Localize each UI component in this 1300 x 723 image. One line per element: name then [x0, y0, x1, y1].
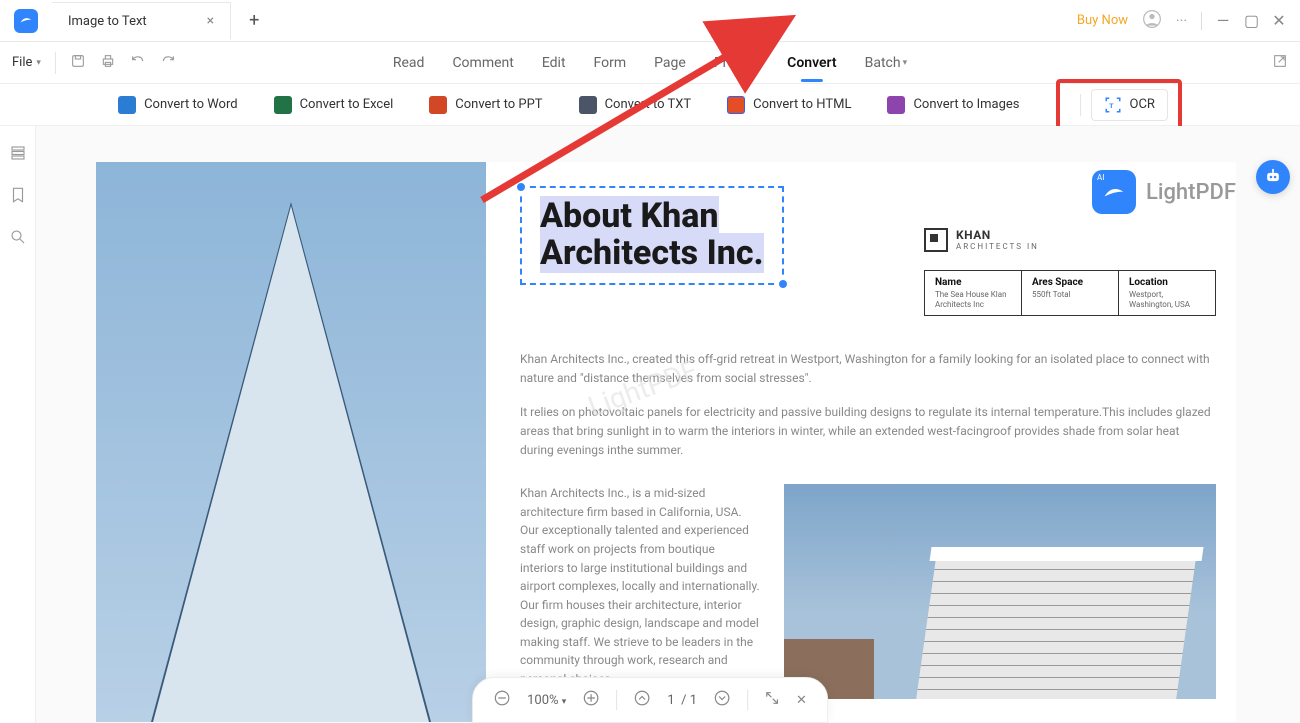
toolbar: File▾ Read Comment Edit Form Page Protec…	[0, 42, 1300, 84]
convert-to-txt-button[interactable]: Convert to TXT	[579, 96, 692, 114]
save-icon[interactable]	[70, 53, 86, 73]
selection-handle-tl[interactable]	[515, 181, 527, 193]
main-tabs: Read Comment Edit Form Page Protect Conv…	[391, 45, 909, 81]
window-minimize-button[interactable]: —	[1216, 11, 1230, 30]
document-heading: About Khan Architects Inc.	[540, 198, 764, 273]
lightpdf-logo: LightPDF	[1092, 170, 1236, 214]
prev-page-button[interactable]	[633, 689, 651, 711]
excel-icon	[274, 96, 292, 114]
app-logo-icon	[14, 9, 38, 33]
undo-icon[interactable]	[130, 53, 146, 73]
divider	[1201, 12, 1202, 30]
paragraph-3: Khan Architects Inc., is a mid-sized arc…	[520, 484, 760, 699]
redo-icon[interactable]	[160, 53, 176, 73]
convert-to-html-button[interactable]: Convert to HTML	[727, 96, 851, 114]
convert-to-ppt-button[interactable]: Convert to PPT	[429, 96, 542, 114]
secondary-photo	[784, 484, 1216, 699]
divider	[747, 690, 748, 710]
more-menu-icon[interactable]: ···	[1176, 13, 1187, 29]
lightpdf-text: LightPDF	[1146, 180, 1236, 205]
thumbnails-icon[interactable]	[9, 144, 27, 166]
text-selection[interactable]: About Khan Architects Inc.	[520, 186, 784, 285]
document-page: LightPDF About Khan Architects Inc.	[96, 162, 1236, 722]
convert-to-word-button[interactable]: Convert to Word	[118, 96, 238, 114]
new-tab-button[interactable]: +	[249, 10, 259, 31]
svg-text:T: T	[1109, 102, 1114, 110]
lightpdf-icon	[1092, 170, 1136, 214]
zoom-in-button[interactable]	[582, 689, 600, 711]
convert-to-images-button[interactable]: Convert to Images	[887, 96, 1019, 114]
search-icon[interactable]	[9, 228, 27, 250]
body-paragraphs: Khan Architects Inc., created this off-g…	[520, 350, 1216, 460]
divider	[616, 690, 617, 710]
tab-edit[interactable]: Edit	[540, 45, 568, 81]
titlebar: Image to Text × + Buy Now ··· — ▢ ✕	[0, 0, 1300, 42]
ocr-highlight-box: T OCR	[1056, 79, 1182, 131]
convert-toolbar: Convert to Word Convert to Excel Convert…	[0, 84, 1300, 126]
khan-logo: KHAN ARCHITECTS IN	[924, 228, 1216, 252]
html-icon	[727, 96, 745, 114]
convert-to-excel-button[interactable]: Convert to Excel	[274, 96, 394, 114]
khan-logo-icon	[924, 228, 948, 252]
divider	[1080, 94, 1081, 116]
paragraph-1: Khan Architects Inc., created this off-g…	[520, 350, 1216, 388]
left-rail	[0, 126, 36, 723]
close-statusbar-button[interactable]: ✕	[796, 693, 807, 708]
status-bar: 100% ▾ 1 / 1 ✕	[472, 677, 828, 723]
zoom-out-button[interactable]	[493, 689, 511, 711]
next-page-button[interactable]	[713, 689, 731, 711]
ai-assistant-button[interactable]	[1256, 160, 1290, 194]
hero-photo	[96, 162, 486, 722]
document-tab[interactable]: Image to Text ×	[52, 2, 231, 39]
txt-icon	[579, 96, 597, 114]
info-table: NameThe Sea House Klan Architects Inc Ar…	[924, 270, 1216, 316]
word-icon	[118, 96, 136, 114]
window-maximize-button[interactable]: ▢	[1244, 11, 1258, 30]
ocr-button[interactable]: T OCR	[1091, 89, 1168, 121]
file-menu[interactable]: File▾	[12, 55, 41, 70]
ocr-icon: T	[1104, 96, 1122, 114]
document-body: LightPDF About Khan Architects Inc.	[486, 162, 1236, 722]
open-external-icon[interactable]	[1272, 53, 1288, 73]
fullscreen-button[interactable]	[764, 690, 780, 710]
tab-protect[interactable]: Protect	[712, 45, 761, 81]
tab-batch[interactable]: Batch▾	[863, 45, 910, 81]
paragraph-2: It relies on photovoltaic panels for ele…	[520, 403, 1216, 461]
brand-name: KHAN	[956, 229, 1039, 242]
ppt-icon	[429, 96, 447, 114]
document-viewport[interactable]: LightPDF About Khan Architects Inc.	[36, 126, 1300, 723]
tab-title: Image to Text	[68, 14, 147, 29]
content-area: LightPDF About Khan Architects Inc.	[0, 126, 1300, 723]
brand-subtitle: ARCHITECTS IN	[956, 242, 1039, 251]
page-indicator: 1 / 1	[667, 693, 697, 708]
selection-handle-br[interactable]	[777, 278, 789, 290]
print-icon[interactable]	[100, 53, 116, 73]
zoom-level[interactable]: 100% ▾	[527, 693, 566, 708]
tab-convert[interactable]: Convert	[785, 45, 838, 81]
tab-page[interactable]: Page	[652, 45, 688, 81]
images-icon	[887, 96, 905, 114]
tab-comment[interactable]: Comment	[450, 45, 515, 81]
window-close-button[interactable]: ✕	[1272, 11, 1286, 30]
tab-form[interactable]: Form	[592, 45, 629, 81]
close-tab-icon[interactable]: ×	[207, 13, 214, 29]
tab-read[interactable]: Read	[391, 45, 427, 81]
bookmark-icon[interactable]	[9, 186, 27, 208]
buy-now-link[interactable]: Buy Now	[1077, 13, 1128, 28]
user-avatar-icon[interactable]	[1142, 9, 1162, 33]
divider	[55, 52, 56, 74]
